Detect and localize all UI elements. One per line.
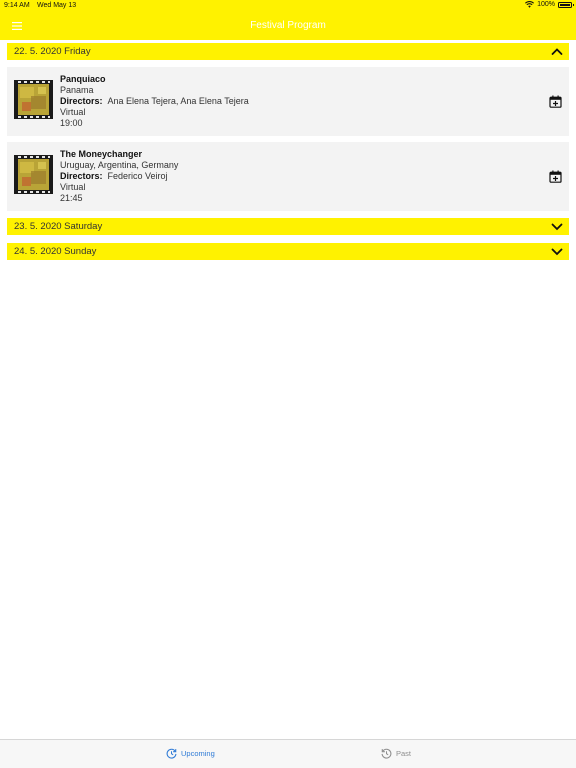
battery-icon [558, 1, 574, 8]
directors-label: Directors: [60, 96, 103, 106]
film-time: 19:00 [60, 118, 83, 128]
battery-percent: 100% [537, 1, 555, 8]
film-venue: Virtual [60, 182, 86, 192]
chevron-up-icon [551, 48, 563, 55]
tab-label: Upcoming [181, 749, 215, 758]
chevron-down-icon [551, 223, 563, 231]
film-country: Panama [60, 85, 94, 95]
film-directors: Federico Veiroj [107, 171, 168, 181]
chevron-down-icon [551, 248, 563, 256]
status-indicators: 100% [525, 1, 574, 8]
refresh-clock-icon [166, 748, 177, 759]
film-title: The Moneychanger [60, 149, 143, 159]
bottom-tab-bar: Upcoming Past [0, 739, 576, 768]
film-directors-row: Directors: Ana Elena Tejera, Ana Elena Te… [60, 96, 249, 107]
film-country: Uruguay, Argentina, Germany [60, 160, 179, 170]
navigation-bar: Festival Program [0, 12, 576, 40]
status-bar: 9:14 AM Wed May 13 100% [0, 0, 576, 12]
status-time: 9:14 AM [4, 2, 30, 9]
film-time: 21:45 [60, 193, 83, 203]
tab-past[interactable]: Past [381, 748, 411, 759]
section-date-label: 22. 5. 2020 Friday [14, 46, 91, 57]
section-header-friday[interactable]: 22. 5. 2020 Friday [7, 43, 569, 60]
film-info: Panquiaco Panama Directors: Ana Elena Tej… [60, 74, 249, 129]
film-strip-thumbnail [14, 155, 53, 194]
page-title: Festival Program [250, 20, 326, 31]
section-date-label: 23. 5. 2020 Saturday [14, 221, 103, 232]
section-date-label: 24. 5. 2020 Sunday [14, 246, 97, 257]
section-header-saturday[interactable]: 23. 5. 2020 Saturday [7, 218, 569, 235]
section-header-sunday[interactable]: 24. 5. 2020 Sunday [7, 243, 569, 260]
battery-level [560, 3, 570, 6]
film-directors-row: Directors: Federico Veiroj [60, 171, 178, 182]
tab-upcoming[interactable]: Upcoming [166, 748, 215, 759]
add-to-calendar-icon[interactable] [549, 95, 562, 108]
film-title: Panquiaco [60, 74, 106, 84]
directors-label: Directors: [60, 171, 103, 181]
film-card-moneychanger[interactable]: The Moneychanger Uruguay, Argentina, Ger… [7, 142, 569, 211]
film-directors: Ana Elena Tejera, Ana Elena Tejera [107, 96, 249, 106]
history-icon [381, 748, 392, 759]
film-venue: Virtual [60, 107, 86, 117]
wifi-icon [525, 1, 535, 8]
film-card-panquiaco[interactable]: Panquiaco Panama Directors: Ana Elena Tej… [7, 67, 569, 136]
film-info: The Moneychanger Uruguay, Argentina, Ger… [60, 149, 178, 204]
tab-label: Past [396, 749, 412, 758]
film-strip-thumbnail [14, 80, 53, 119]
status-date: Wed May 13 [37, 2, 77, 9]
add-to-calendar-icon[interactable] [549, 170, 562, 183]
